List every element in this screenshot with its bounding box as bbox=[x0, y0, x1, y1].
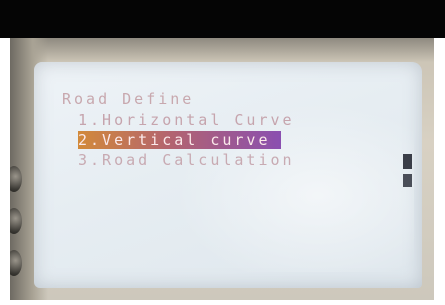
scrollbar-indicator-icon bbox=[403, 154, 412, 192]
menu-title: Road Define bbox=[62, 90, 195, 108]
scrollbar-segment bbox=[403, 154, 412, 169]
bezel-top-shadow bbox=[10, 38, 434, 62]
lcd-screen: Road Define 1.Horizontal Curve 2.Vertica… bbox=[34, 62, 422, 288]
photo-frame: Road Define 1.Horizontal Curve 2.Vertica… bbox=[0, 0, 445, 305]
menu-item-road-calculation[interactable]: 3.Road Calculation bbox=[78, 151, 295, 169]
scrollbar-segment bbox=[403, 174, 412, 187]
top-black-bar bbox=[0, 0, 445, 38]
menu-item-horizontal-curve[interactable]: 1.Horizontal Curve bbox=[78, 111, 295, 129]
menu-item-vertical-curve[interactable]: 2.Vertical curve bbox=[78, 131, 281, 149]
